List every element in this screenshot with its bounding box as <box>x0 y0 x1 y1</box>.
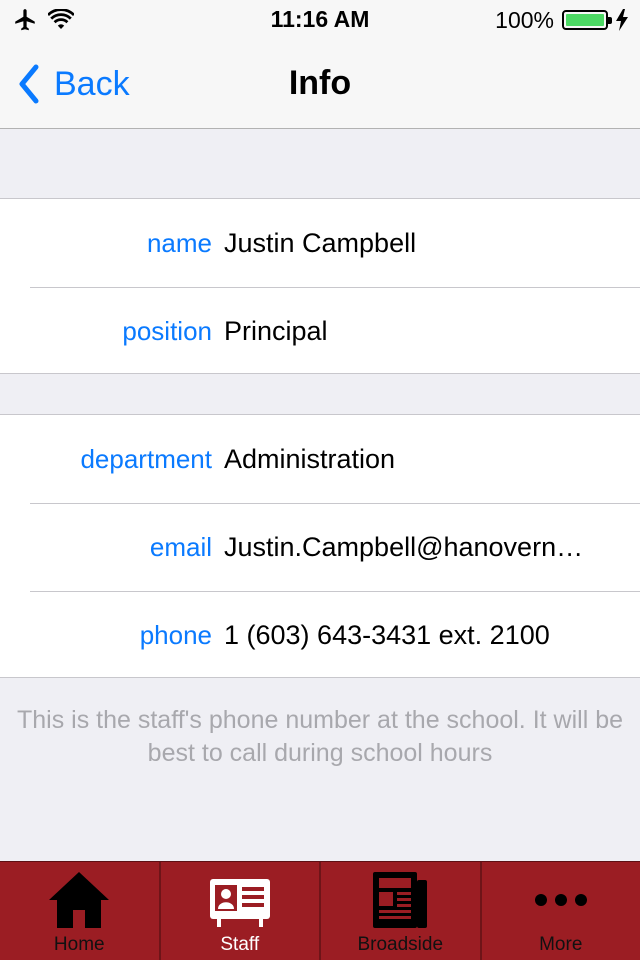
row-value: Principal <box>224 316 328 346</box>
page-title: Info <box>288 64 352 102</box>
info-row-position: position Principal <box>0 287 640 375</box>
tab-broadside[interactable]: Broadside <box>321 862 482 960</box>
info-row-email[interactable]: email Justin.Campbell@hanovern… <box>0 503 640 591</box>
navigation-bar: Back Info <box>0 40 640 129</box>
row-value: Justin.Campbell@hanovern… <box>224 532 584 562</box>
tab-label: Home <box>53 934 105 955</box>
row-value: 1 (603) 643-3431 ext. 2100 <box>224 620 550 650</box>
battery-level-fill <box>566 14 604 26</box>
row-label: email <box>149 532 212 562</box>
more-dots-icon <box>534 894 587 906</box>
status-bar: 11:16 AM 100% <box>0 0 640 40</box>
row-value: Justin Campbell <box>224 228 417 258</box>
info-row-phone[interactable]: phone 1 (603) 643-3431 ext. 2100 <box>0 591 640 679</box>
info-row-name: name Justin Campbell <box>0 199 640 287</box>
row-label: name <box>146 228 212 258</box>
row-label: phone <box>139 620 212 650</box>
info-group-contact: department Administration email Justin.C… <box>0 414 640 678</box>
tab-staff[interactable]: Staff <box>161 862 321 960</box>
home-icon <box>49 872 110 928</box>
info-group-personal: name Justin Campbell position Principal <box>0 198 640 374</box>
staff-id-card-icon <box>209 879 270 927</box>
info-row-department: department Administration <box>0 415 640 503</box>
tab-bar: Home Staff Broadside More <box>0 861 640 960</box>
row-label: department <box>80 444 212 474</box>
tab-home[interactable]: Home <box>0 862 161 960</box>
phone-footer-note: This is the staff's phone number at the … <box>16 706 624 767</box>
charging-bolt-icon <box>616 9 628 31</box>
newspaper-icon <box>373 872 428 928</box>
tab-label: Broadside <box>357 934 444 955</box>
tab-label: More <box>539 934 583 955</box>
tab-more[interactable]: More <box>482 862 640 960</box>
row-value: Administration <box>224 444 396 474</box>
battery-percent: 100% <box>495 6 554 33</box>
battery-icon <box>562 10 612 30</box>
row-label: position <box>122 316 212 346</box>
status-bar-right: 100% <box>495 6 628 34</box>
tab-label: Staff <box>220 934 260 955</box>
